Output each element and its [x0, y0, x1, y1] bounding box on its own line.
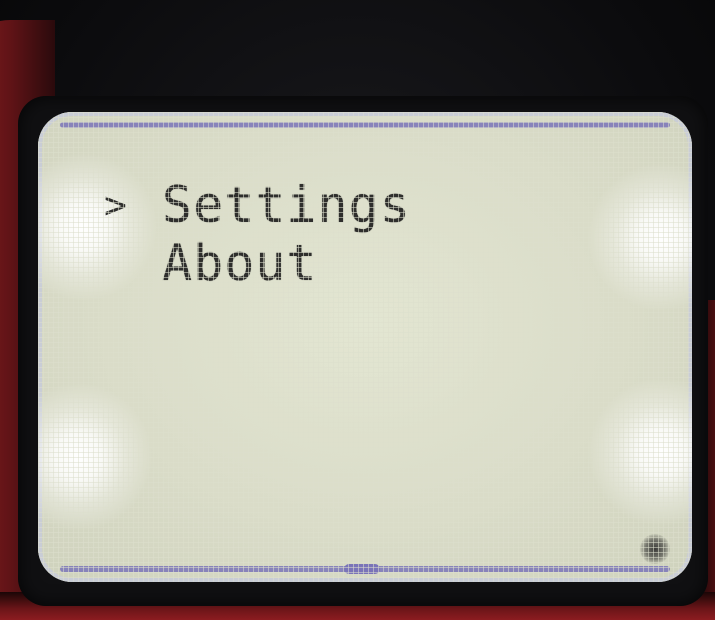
lcd-dark-spot	[640, 534, 670, 564]
menu-item-label: Settings	[162, 176, 411, 234]
menu-item-about[interactable]: About	[104, 234, 411, 292]
lcd-frame-notch	[344, 564, 380, 574]
backlight-led-glow	[38, 382, 153, 532]
main-menu: > Settings About	[104, 176, 411, 292]
chevron-right-icon: >	[104, 183, 128, 227]
backlight-led-glow	[587, 162, 692, 312]
lcd-screen: > Settings About	[38, 112, 692, 582]
device-photo: > Settings About	[0, 0, 715, 620]
menu-item-settings[interactable]: > Settings	[104, 176, 411, 234]
menu-item-label: About	[162, 234, 318, 292]
backlight-led-glow	[587, 377, 692, 527]
lcd-frame-top-line	[60, 122, 670, 128]
